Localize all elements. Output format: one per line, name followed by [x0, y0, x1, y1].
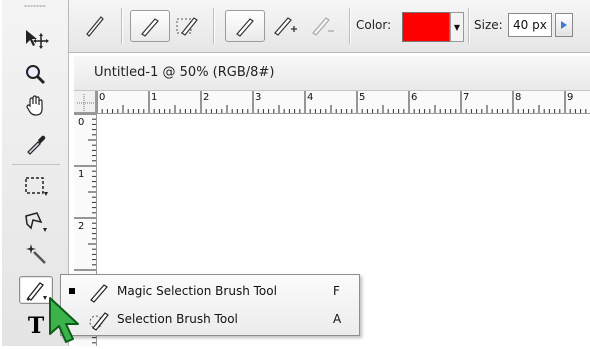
selected-bullet-icon — [69, 288, 75, 294]
panel-gripper[interactable] — [24, 5, 46, 7]
tool-separator — [12, 164, 60, 165]
color-dropdown-arrow[interactable]: ▼ — [450, 12, 464, 42]
size-slider-button[interactable] — [555, 13, 573, 37]
ruler-origin-corner[interactable] — [74, 91, 96, 113]
menu-item-selection-brush[interactable]: Selection Brush Tool A — [61, 305, 359, 333]
zoom-tool-icon[interactable] — [20, 60, 52, 88]
menu-item-shortcut: F — [333, 284, 340, 298]
ruler-h-label: 0 — [99, 92, 106, 103]
ruler-h-label: 1 — [151, 92, 158, 103]
magic-wand-tool-icon[interactable] — [20, 240, 52, 268]
size-input[interactable]: 40 px — [508, 13, 552, 37]
ruler-h-label: 6 — [411, 92, 418, 103]
selection-brush-icon — [87, 309, 111, 331]
ruler-h-label: 7 — [463, 92, 470, 103]
add-to-selection-icon[interactable] — [267, 10, 303, 40]
options-separator — [349, 8, 350, 44]
options-bar: Color: ▼ Size: 40 px — [69, 0, 590, 53]
size-label: Size: — [474, 18, 503, 32]
menu-item-label: Selection Brush Tool — [117, 312, 238, 326]
menu-item-label: Magic Selection Brush Tool — [117, 284, 277, 298]
options-separator — [213, 8, 214, 44]
magic-selection-brush-icon — [87, 281, 111, 303]
ruler-h-label: 4 — [307, 92, 314, 103]
hand-tool-icon[interactable] — [20, 92, 52, 120]
move-tool-icon[interactable] — [20, 24, 52, 52]
ruler-h-label: 2 — [203, 92, 210, 103]
ruler-h-label: 9 — [567, 92, 574, 103]
menu-item-magic-selection-brush[interactable]: Magic Selection Brush Tool F — [61, 277, 359, 305]
selection-brush-mode-icon[interactable] — [170, 10, 206, 40]
pointer-arrow-icon — [46, 296, 86, 346]
menu-item-shortcut: A — [333, 312, 342, 326]
ruler-h-label: 5 — [359, 92, 366, 103]
ruler-h-label: 8 — [515, 92, 522, 103]
document-title: Untitled-1 @ 50% (RGB/8#) — [94, 65, 275, 80]
document-title-bar[interactable]: Untitled-1 @ 50% (RGB/8#) — [74, 56, 590, 91]
lasso-tool-icon[interactable] — [20, 208, 52, 236]
tool-flyout-menu: Magic Selection Brush Tool F Selection B… — [60, 274, 360, 336]
options-separator — [121, 8, 122, 44]
magic-selection-brush-mode-icon[interactable] — [130, 10, 170, 42]
subtract-from-selection-icon[interactable] — [305, 10, 341, 40]
ruler-v-label: 2 — [78, 221, 85, 232]
new-selection-icon[interactable] — [225, 10, 265, 42]
ruler-h-label: 3 — [255, 92, 262, 103]
toolbox-panel: T — [2, 0, 69, 346]
brush-preset-icon[interactable] — [75, 10, 115, 40]
color-swatch[interactable] — [402, 12, 450, 42]
color-label: Color: — [356, 18, 392, 32]
ruler-v-label: 1 — [78, 169, 85, 180]
options-separator — [468, 8, 469, 44]
horizontal-ruler[interactable]: 0 1 2 3 4 5 6 7 8 9 — [74, 91, 590, 114]
eyedropper-tool-icon[interactable] — [20, 130, 52, 158]
ruler-v-label: 0 — [78, 117, 85, 128]
marquee-tool-icon[interactable] — [20, 172, 52, 200]
